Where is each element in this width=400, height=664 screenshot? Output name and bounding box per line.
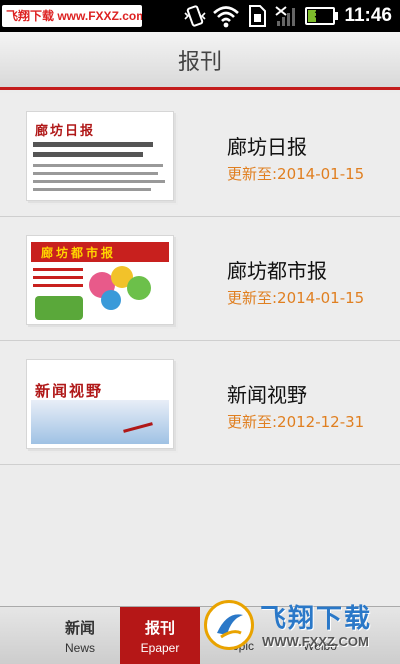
watermark-overlay: 飞翔下载 WWW.FXXZ.COM	[200, 590, 400, 664]
thumbnail-masthead-bar: 廊坊都市报	[31, 242, 169, 262]
battery-level-text: 30	[314, 10, 326, 21]
status-time: 11:46	[344, 5, 392, 26]
paper-name: 廊坊日报	[227, 135, 307, 159]
thumbnail-masthead: 新闻视野	[35, 382, 104, 400]
tab-bar-spacer	[0, 607, 40, 664]
tab-label-en: News	[64, 640, 95, 655]
paper-name: 廊坊都市报	[227, 259, 327, 283]
title-bar: 报刊	[0, 32, 400, 90]
paper-update-date: 更新至:2014-01-15	[227, 289, 365, 307]
thumbnail-masthead: 廊坊日报	[35, 124, 96, 139]
paper-item-news-horizon[interactable]: 新闻视野 新闻视野 更新至:2012-12-31	[0, 341, 400, 465]
paper-thumbnail: 廊坊都市报	[26, 235, 174, 325]
wifi-icon	[213, 6, 239, 28]
tab-label-en: Epaper	[140, 640, 180, 655]
battery-tip	[335, 12, 338, 20]
paper-name: 新闻视野	[227, 383, 307, 407]
paper-thumbnail: 新闻视野	[26, 359, 174, 449]
tab-label-cn: 新闻	[64, 618, 95, 637]
paper-item-langfang-metro[interactable]: 廊坊都市报 廊坊都市报 更新至:2014-01-15	[0, 217, 400, 341]
no-signal-icon	[275, 6, 295, 26]
vibrate-icon	[184, 5, 206, 27]
thumbnail-masthead: 廊坊都市报	[41, 246, 117, 260]
paper-item-langfang-daily[interactable]: 廊坊日报 廊坊日报 更新至:2014-01-15	[0, 93, 400, 217]
paper-update-date: 更新至:2012-12-31	[227, 413, 365, 431]
paper-update-date: 更新至:2014-01-15	[227, 165, 365, 183]
tab-news[interactable]: 新闻 News	[40, 607, 120, 664]
status-bar: 飞翔下载 www.FXXZ.com 30 11:46	[0, 0, 400, 32]
tab-label-cn: 报刊	[144, 618, 175, 637]
watermark-logo-icon	[204, 600, 254, 650]
paper-thumbnail: 廊坊日报	[26, 111, 174, 201]
battery-icon: 30	[305, 7, 335, 25]
tab-epaper[interactable]: 报刊 Epaper	[120, 607, 200, 664]
page-title: 报刊	[177, 49, 222, 75]
watermark-logo: 飞翔下载 www.FXXZ.com	[2, 5, 142, 27]
watermark-url: WWW.FXXZ.COM	[262, 634, 369, 649]
watermark-title: 飞翔下载	[260, 604, 373, 634]
sim-card-icon	[249, 5, 266, 27]
paper-list: 廊坊日报 廊坊日报 更新至:2014-01-15 廊坊都市报 廊坊都市报 更新至…	[0, 93, 400, 465]
